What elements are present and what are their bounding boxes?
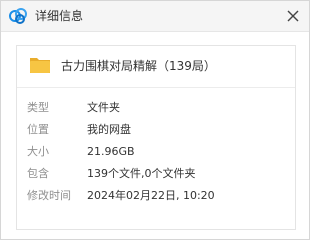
- detail-value: 2024年02月22日, 10:20: [87, 189, 215, 202]
- detail-value: 文件夹: [87, 101, 120, 114]
- detail-value: 我的网盘: [87, 123, 131, 136]
- detail-label: 包含: [27, 167, 49, 180]
- detail-label: 修改时间: [27, 189, 71, 202]
- file-name: 古力围棋对局精解（139局）: [61, 59, 216, 73]
- detail-value: 21.96GB: [87, 145, 135, 158]
- folder-icon: [30, 58, 50, 73]
- detail-row-size: 大小 21.96GB: [17, 143, 295, 161]
- cloud-logo-icon: [9, 8, 27, 24]
- detail-value: 139个文件,0个文件夹: [87, 167, 196, 180]
- detail-label: 位置: [27, 123, 49, 136]
- details-panel: 古力围棋对局精解（139局） 类型 文件夹 位置 我的网盘 大小 21.96GB…: [16, 45, 296, 230]
- detail-label: 类型: [27, 101, 49, 114]
- dialog-title: 详细信息: [35, 9, 84, 23]
- close-icon[interactable]: [283, 6, 303, 26]
- detail-label: 大小: [27, 145, 49, 158]
- detail-row-type: 类型 文件夹: [17, 99, 295, 117]
- detail-row-location: 位置 我的网盘: [17, 121, 295, 139]
- title-bar[interactable]: 详细信息: [1, 1, 309, 32]
- detail-row-contains: 包含 139个文件,0个文件夹: [17, 165, 295, 183]
- detail-row-modified: 修改时间 2024年02月22日, 10:20: [17, 187, 295, 205]
- file-header: 古力围棋对局精解（139局）: [17, 46, 295, 88]
- details-dialog: 详细信息 古力围棋对局精解（139局） 类型 文件夹 位置 我的网盘 大小 21…: [0, 0, 310, 240]
